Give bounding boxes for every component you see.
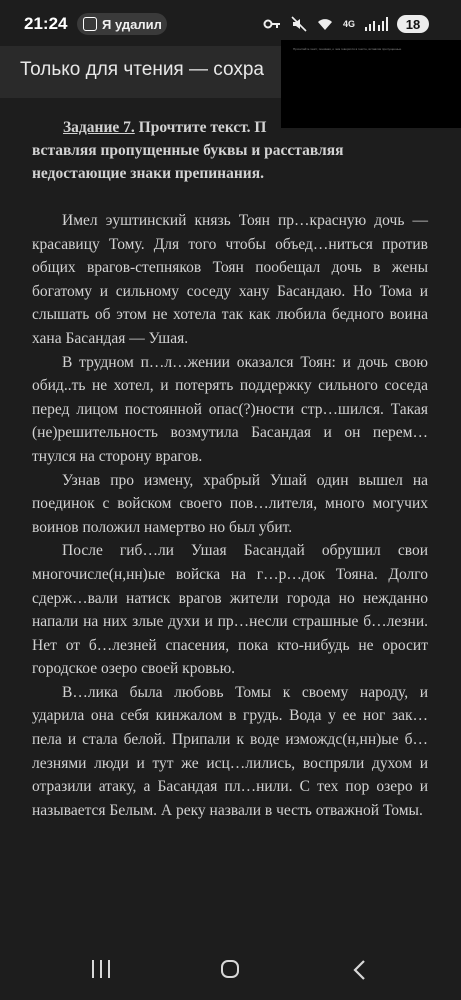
back-icon[interactable] bbox=[352, 959, 366, 981]
task-label: Задание 7. bbox=[63, 119, 135, 136]
document-body: Задание 7. Прочтите текст. П вставляя пр… bbox=[32, 116, 428, 822]
document-title: Только для чтения — сохра bbox=[20, 59, 264, 80]
status-time: 21:24 bbox=[24, 14, 68, 33]
status-icons: 4G bbox=[263, 13, 389, 35]
paragraph-3: Узнав про измену, храбрый Ушай один выше… bbox=[32, 471, 428, 536]
battery-indicator: 18 bbox=[397, 15, 429, 33]
paragraph-5: В…лика была любовь Томы к своему народу,… bbox=[32, 683, 428, 819]
battery-level: 18 bbox=[405, 16, 421, 32]
signal-icon bbox=[365, 17, 388, 31]
app-notification-icon bbox=[83, 17, 97, 31]
paragraph-2: В трудном п…л…жении оказался Тоян: и доч… bbox=[32, 353, 428, 465]
navigation-bar bbox=[0, 942, 461, 1000]
notification-pill[interactable]: Я удалил bbox=[77, 13, 167, 35]
paragraph-4: После гиб…ли Ушая Басандай обрушил свои … bbox=[32, 542, 428, 678]
wifi-icon bbox=[317, 19, 332, 30]
paragraph-1: Имел эуштинский князь Тоян пр…красную до… bbox=[32, 212, 428, 347]
task-line-2: вставляя пропущенные буквы и расставляя bbox=[32, 142, 344, 159]
task-text: Прочтите текст. П bbox=[134, 119, 267, 136]
network-type: 4G bbox=[342, 19, 355, 29]
task-heading: Задание 7. Прочтите текст. П bbox=[32, 116, 428, 139]
overlay-panel bbox=[281, 40, 461, 128]
mute-icon bbox=[291, 16, 307, 32]
notification-label: Я удалил bbox=[102, 16, 162, 32]
overlay-text: Прочитайте текст, понимая, о чем говорит… bbox=[293, 47, 402, 51]
recents-icon[interactable] bbox=[92, 960, 110, 978]
key-icon bbox=[263, 19, 280, 29]
home-icon[interactable] bbox=[221, 960, 239, 978]
task-line-3: недостающие знаки препинания. bbox=[32, 165, 264, 182]
